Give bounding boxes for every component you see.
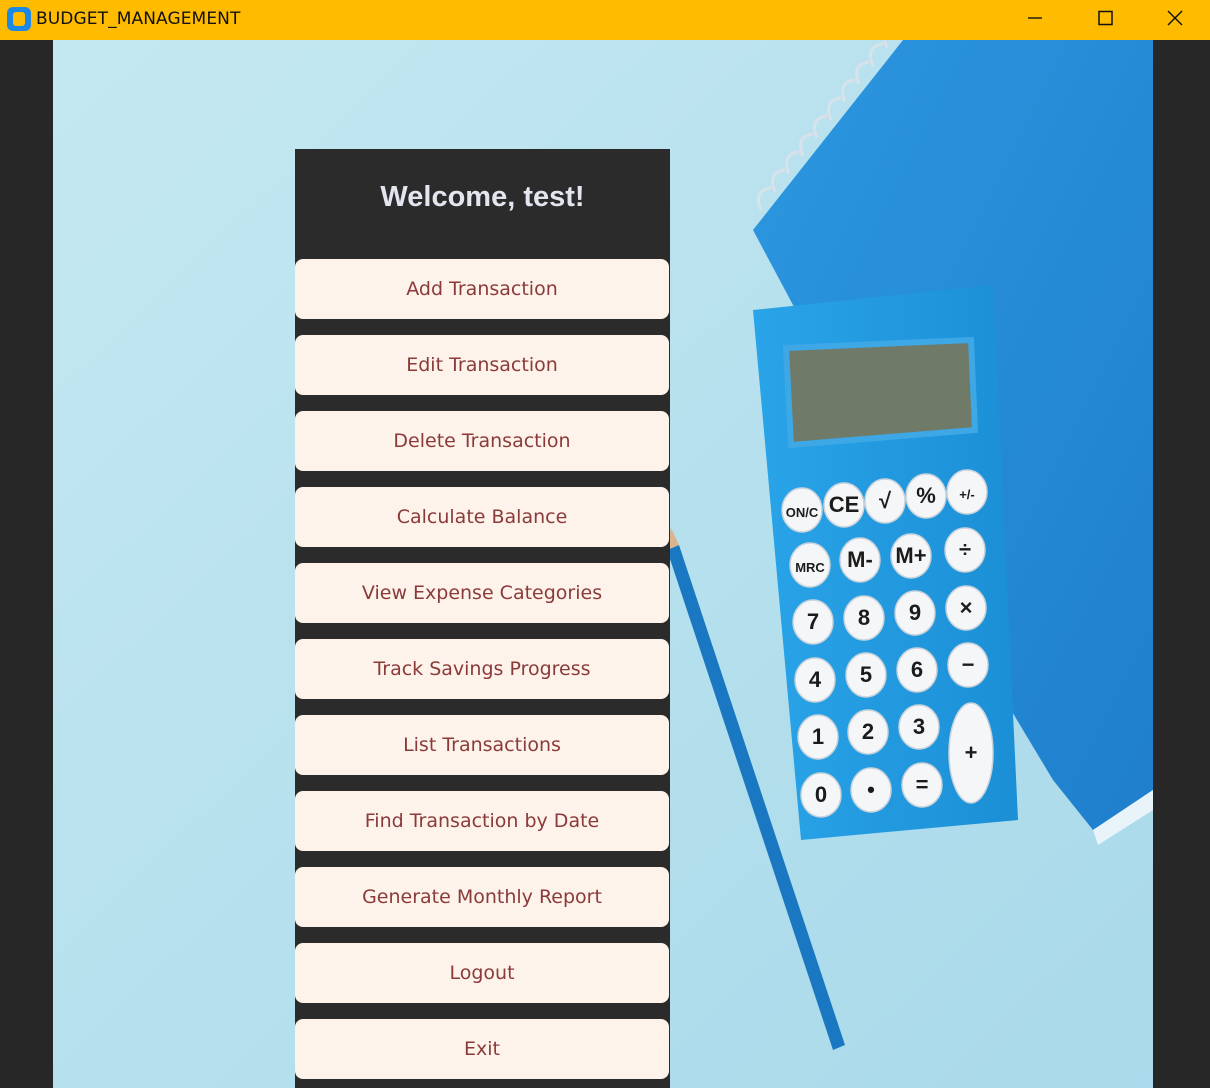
calculator-key-label: −	[962, 652, 975, 677]
calculator-key: M-	[839, 537, 881, 583]
close-button[interactable]	[1140, 0, 1210, 40]
calculator-key: +	[948, 702, 994, 804]
close-icon	[1167, 10, 1183, 26]
window-title: BUDGET_MANAGEMENT	[36, 9, 241, 29]
maximize-icon	[1098, 10, 1113, 26]
track-savings-progress-button[interactable]: Track Savings Progress	[295, 639, 669, 699]
calculator-key-label: +	[965, 740, 978, 765]
calculator-key: −	[947, 642, 989, 688]
calculator-key-label: %	[916, 483, 936, 508]
calculator-key: ON/C	[781, 487, 823, 533]
calculator-key: =	[901, 762, 943, 808]
delete-transaction-button[interactable]: Delete Transaction	[295, 411, 669, 471]
app-window: BUDGET_MANAGEMENT ON/C CE √ % +/- MRC M-…	[0, 0, 1210, 1088]
calculator-key-label: √	[879, 488, 892, 513]
calculator-key: 3	[898, 704, 940, 750]
calculator-key-label: 9	[909, 600, 921, 625]
calculator-key-label: MRC	[795, 560, 825, 575]
calculator-key: 4	[794, 657, 836, 703]
calculator-key: 6	[896, 647, 938, 693]
main-menu-panel: Welcome, test! Add Transaction Edit Tran…	[295, 149, 670, 1088]
find-transaction-by-date-button[interactable]: Find Transaction by Date	[295, 791, 669, 851]
calculator-key: ×	[945, 585, 987, 631]
client-area: ON/C CE √% +/- MRC M- M+ ÷ 7 8 9 × 4 5 6 − 1 2 3 0 • = + Welco…	[53, 40, 1153, 1088]
list-transactions-button[interactable]: List Transactions	[295, 715, 669, 775]
calculator-key: 1	[797, 714, 839, 760]
calculator-key-label: 1	[812, 724, 824, 749]
calculator-key-label: CE	[829, 492, 860, 517]
view-expense-categories-button[interactable]: View Expense Categories	[295, 563, 669, 623]
calculator-key: √	[864, 478, 906, 524]
calculator-key-label: 6	[911, 657, 923, 682]
minimize-button[interactable]	[1000, 0, 1070, 40]
maximize-button[interactable]	[1070, 0, 1140, 40]
calculator-key-label: ×	[960, 595, 973, 620]
welcome-heading: Welcome, test!	[380, 181, 585, 213]
calculator-key: 8	[843, 595, 885, 641]
add-transaction-button[interactable]: Add Transaction	[295, 259, 669, 319]
calculator-key-label: 7	[807, 609, 819, 634]
exit-button[interactable]: Exit	[295, 1019, 669, 1079]
calculator-key: •	[850, 767, 892, 813]
calculator-key-label: 8	[858, 605, 870, 630]
generate-monthly-report-button[interactable]: Generate Monthly Report	[295, 867, 669, 927]
calculator-key: %	[905, 473, 947, 519]
calculator-key-label: •	[867, 777, 875, 802]
minimize-icon	[1028, 17, 1042, 19]
calculator-key: M+	[890, 533, 932, 579]
edit-transaction-button[interactable]: Edit Transaction	[295, 335, 669, 395]
calculator-key-label: M-	[847, 547, 873, 572]
calculator-key-label: ÷	[959, 537, 971, 562]
logout-button[interactable]: Logout	[295, 943, 669, 1003]
title-bar[interactable]: BUDGET_MANAGEMENT	[0, 0, 1210, 40]
calculator-key-label: 2	[862, 719, 874, 744]
app-icon	[7, 7, 31, 31]
calculator-key: 2	[847, 709, 889, 755]
calculator-key: MRC	[789, 542, 831, 588]
calculate-balance-button[interactable]: Calculate Balance	[295, 487, 669, 547]
calculator-key: 7	[792, 599, 834, 645]
calculator-key-label: 4	[809, 667, 822, 692]
calculator-key-label: =	[916, 772, 929, 797]
calculator-key-label: +/-	[959, 487, 975, 502]
calculator-key: 9	[894, 590, 936, 636]
calculator-key: CE	[823, 482, 865, 528]
calculator-key-label: ON/C	[786, 505, 819, 520]
calculator-key: ÷	[944, 527, 986, 573]
calculator-key-label: 0	[815, 782, 827, 807]
calculator-key-label: M+	[895, 543, 926, 568]
calculator-key: +/-	[946, 469, 988, 515]
calculator-key: 0	[800, 772, 842, 818]
calculator-key-label: 3	[913, 714, 925, 739]
calculator-key: 5	[845, 652, 887, 698]
calculator-key-label: 5	[860, 662, 872, 687]
